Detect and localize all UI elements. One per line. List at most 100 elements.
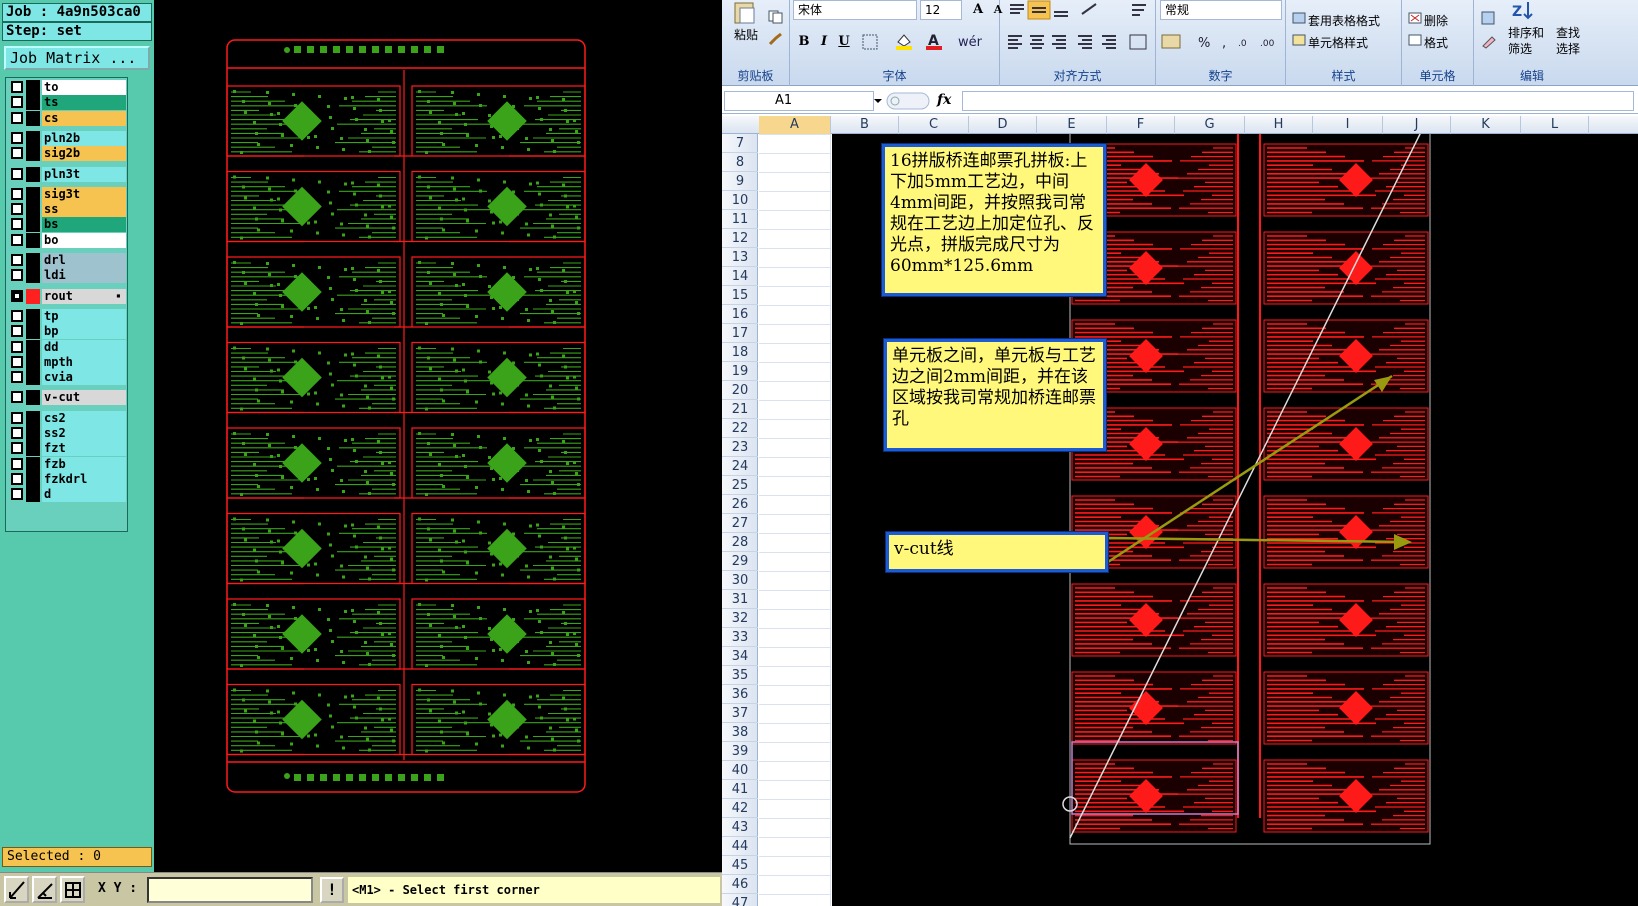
column-header-I[interactable]: I — [1313, 116, 1383, 134]
find-select-button-line2[interactable]: 选择 — [1556, 40, 1580, 57]
layer-checkbox[interactable] — [11, 411, 23, 424]
row-header-39[interactable]: 39 — [722, 742, 758, 761]
sort-filter-button-line2[interactable]: 筛选 — [1508, 40, 1532, 57]
horizontal-align-icons[interactable] — [1006, 32, 1156, 52]
column-header-K[interactable]: K — [1451, 116, 1521, 134]
note-panel-spec[interactable]: 16拼版桥连邮票孔拼板:上下加5mm工艺边，中间4mm间距，并按照我司常规在工艺… — [882, 144, 1106, 296]
row-header-46[interactable]: 46 — [722, 875, 758, 894]
layer-name[interactable]: drl — [42, 253, 126, 268]
layer-name[interactable]: cs2 — [42, 410, 126, 426]
layer-row-v-cut[interactable]: v-cut — [6, 390, 127, 406]
row-header-38[interactable]: 38 — [722, 723, 758, 742]
row-header-34[interactable]: 34 — [722, 647, 758, 666]
layer-checkbox[interactable] — [11, 371, 23, 384]
row-header-12[interactable]: 12 — [722, 229, 758, 248]
number-format-select[interactable]: 常规 — [1160, 0, 1282, 20]
layer-row-sig3t[interactable]: sig3t — [6, 186, 127, 202]
layer-row-ts[interactable]: ts — [6, 95, 127, 111]
layer-row-mpth[interactable]: mpth — [6, 354, 127, 370]
layer-row-sig2b[interactable]: sig2b — [6, 146, 127, 162]
format-cells-button[interactable]: 格式 — [1424, 34, 1448, 51]
layer-checkbox[interactable] — [11, 96, 23, 109]
layer-name[interactable]: sig3t — [42, 186, 126, 202]
layer-row-dd[interactable]: dd — [6, 339, 127, 355]
cam-graphics-canvas[interactable] — [154, 0, 722, 872]
row-header-11[interactable]: 11 — [722, 210, 758, 229]
layer-row-fzkdrl[interactable]: fzkdrl — [6, 471, 127, 487]
formula-input[interactable] — [962, 91, 1634, 111]
layer-checkbox[interactable] — [11, 391, 23, 404]
column-header-D[interactable]: D — [969, 116, 1037, 134]
row-header-44[interactable]: 44 — [722, 837, 758, 856]
row-header-14[interactable]: 14 — [722, 267, 758, 286]
row-header-7[interactable]: 7 — [722, 134, 758, 153]
cell-style-button[interactable]: 单元格样式 — [1308, 34, 1368, 51]
row-header-32[interactable]: 32 — [722, 609, 758, 628]
layer-checkbox[interactable] — [11, 203, 23, 216]
row-header-20[interactable]: 20 — [722, 381, 758, 400]
row-header-37[interactable]: 37 — [722, 704, 758, 723]
row-header-41[interactable]: 41 — [722, 780, 758, 799]
row-header-31[interactable]: 31 — [722, 590, 758, 609]
layer-checkbox[interactable] — [11, 111, 23, 124]
layer-row-fzt[interactable]: fzt — [6, 441, 127, 457]
column-header-C[interactable]: C — [899, 116, 969, 134]
layer-name[interactable]: ldi — [42, 268, 126, 284]
column-header-H[interactable]: H — [1245, 116, 1313, 134]
layer-row-to[interactable]: to — [6, 80, 127, 95]
measure-tool-button[interactable] — [32, 876, 57, 903]
row-header-30[interactable]: 30 — [722, 571, 758, 590]
column-header-L[interactable]: L — [1521, 116, 1589, 134]
row-header-15[interactable]: 15 — [722, 286, 758, 305]
layer-name[interactable]: tp — [42, 308, 126, 324]
row-header-29[interactable]: 29 — [722, 552, 758, 571]
layer-name[interactable]: to — [42, 80, 126, 95]
vertical-align-icons[interactable] — [1006, 0, 1126, 20]
row-header-33[interactable]: 33 — [722, 628, 758, 647]
chevron-down-icon[interactable] — [872, 94, 884, 108]
worksheet-grid[interactable] — [759, 134, 831, 906]
message-button[interactable]: ! — [320, 877, 344, 903]
find-select-button[interactable]: 查找 — [1556, 24, 1580, 41]
layer-row-pln3t[interactable]: pln3t — [6, 166, 127, 182]
row-header-26[interactable]: 26 — [722, 495, 758, 514]
layer-name[interactable]: bo — [42, 232, 126, 248]
layer-checkbox[interactable] — [11, 167, 23, 180]
row-header-24[interactable]: 24 — [722, 457, 758, 476]
row-header-27[interactable]: 27 — [722, 514, 758, 533]
row-header-25[interactable]: 25 — [722, 476, 758, 495]
layer-row-bp[interactable]: bp — [6, 324, 127, 340]
layer-name[interactable]: cvia — [42, 370, 126, 386]
number-format-icons[interactable]: % , .0 .00 — [1160, 32, 1284, 52]
fill-color-icon[interactable] — [894, 32, 914, 50]
layer-checkbox[interactable] — [11, 472, 23, 485]
fill-icon[interactable] — [1480, 10, 1498, 26]
layer-checkbox[interactable] — [11, 233, 23, 246]
job-matrix-button[interactable]: Job Matrix ... — [4, 46, 150, 70]
phonetic-icon[interactable]: wén — [956, 32, 982, 50]
row-header-45[interactable]: 45 — [722, 856, 758, 875]
copy-icon[interactable] — [768, 10, 784, 24]
layer-name[interactable]: ts — [42, 95, 126, 111]
layer-name[interactable]: dd — [42, 339, 126, 355]
note-vcut[interactable]: v-cut线 — [886, 532, 1108, 572]
layer-row-pln2b[interactable]: pln2b — [6, 130, 127, 146]
layer-row-bo[interactable]: bo — [6, 232, 127, 248]
row-header-22[interactable]: 22 — [722, 419, 758, 438]
delete-cells-button[interactable]: 删除 — [1424, 12, 1448, 29]
layer-checkbox[interactable] — [11, 187, 23, 200]
row-header-47[interactable]: 47 — [722, 894, 758, 906]
bold-icon[interactable]: B — [794, 32, 814, 52]
layer-name[interactable]: ss2 — [42, 426, 126, 441]
column-header-J[interactable]: J — [1383, 116, 1451, 134]
note-spacing[interactable]: 单元板之间，单元板与工艺边之间2mm间距，并在该区域按我司常规加桥连邮票孔 — [884, 339, 1106, 451]
layer-name[interactable]: fzkdrl — [42, 471, 126, 487]
column-header-B[interactable]: B — [831, 116, 899, 134]
layer-row-rout[interactable]: rout ▪ — [6, 288, 127, 304]
row-header-17[interactable]: 17 — [722, 324, 758, 343]
layer-name[interactable]: bs — [42, 217, 126, 233]
italic-icon[interactable]: I — [814, 32, 834, 52]
layer-row-bs[interactable]: bs — [6, 217, 127, 233]
wrap-text-icon[interactable] — [1130, 2, 1150, 18]
row-header-40[interactable]: 40 — [722, 761, 758, 780]
